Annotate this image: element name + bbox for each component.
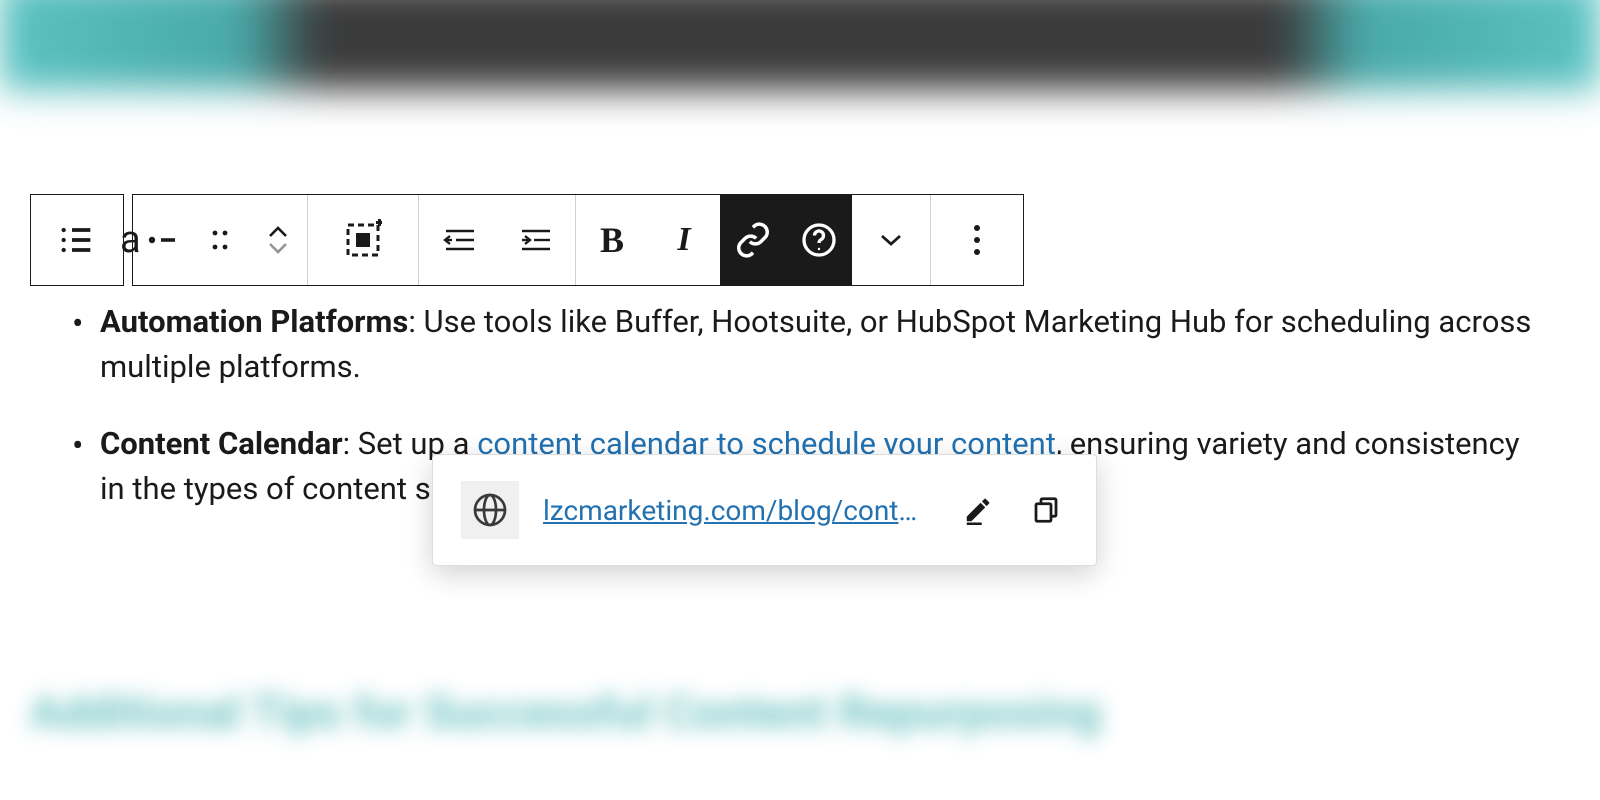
bold-button[interactable]: B (576, 195, 648, 285)
edit-link-button[interactable] (956, 488, 1000, 532)
bold-icon: B (600, 219, 624, 261)
more-formatting-button[interactable] (852, 195, 930, 285)
list-item-bold: Content Calendar (100, 425, 343, 462)
italic-button[interactable]: I (648, 195, 720, 285)
link-button[interactable] (720, 195, 786, 285)
toolbar-group-main: B I (132, 194, 1024, 286)
pencil-icon (963, 495, 993, 525)
link-popover: lzcmarketing.com/blog/content-p... (432, 454, 1097, 566)
list-icon (57, 220, 97, 260)
select-parent-button[interactable] (308, 195, 418, 285)
outdent-icon (438, 225, 478, 255)
more-options-button[interactable] (931, 195, 1023, 285)
bullet-dash-icon (145, 230, 179, 250)
select-square-icon (342, 219, 384, 261)
list-item-bold: Automation Platforms (100, 303, 408, 340)
list-item[interactable]: Automation Platforms: Use tools like Buf… (100, 300, 1550, 390)
help-button[interactable] (786, 195, 852, 285)
kebab-menu-icon (973, 223, 981, 257)
indent-button[interactable] (497, 195, 575, 285)
hero-image-blur (0, 0, 1600, 90)
globe-icon (472, 492, 508, 528)
link-icon (734, 221, 772, 259)
globe-icon-wrapper (461, 481, 519, 539)
block-toolbar: B I (30, 194, 1024, 286)
copy-icon (1031, 495, 1061, 525)
toolbar-group-blocktype (30, 194, 124, 286)
next-heading-blurred: Additional Tips for Successful Content R… (30, 686, 1101, 740)
drag-handle-button[interactable] (191, 195, 249, 285)
copy-link-button[interactable] (1024, 488, 1068, 532)
bullet-style-button[interactable] (133, 195, 191, 285)
help-circle-icon (801, 222, 837, 258)
chevron-down-icon (878, 232, 904, 248)
type-indicator-letter: a (120, 218, 141, 262)
popover-url-link[interactable]: lzcmarketing.com/blog/content-p... (543, 494, 932, 527)
drag-dots-icon (209, 227, 231, 253)
indent-icon (516, 225, 556, 255)
outdent-button[interactable] (419, 195, 497, 285)
chevron-up-down-icon (267, 225, 289, 255)
italic-icon: I (677, 221, 690, 259)
move-up-down-button[interactable] (249, 195, 307, 285)
list-block-button[interactable] (31, 195, 123, 285)
